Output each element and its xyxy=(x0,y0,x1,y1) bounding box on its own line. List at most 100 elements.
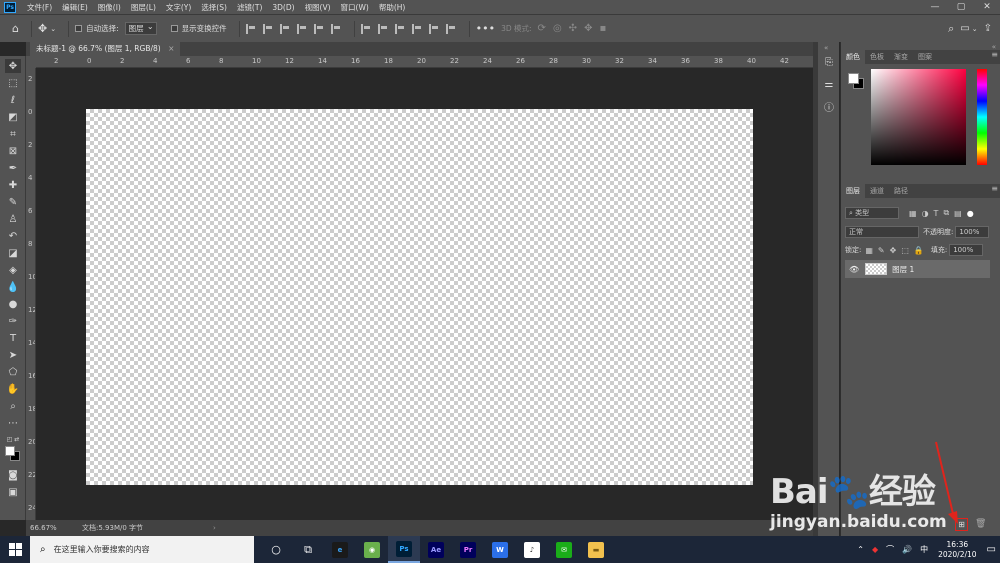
align-right-icon[interactable] xyxy=(279,23,290,34)
eraser-tool-icon[interactable]: ◪ xyxy=(5,246,21,260)
lock-position-icon[interactable]: ✥ xyxy=(890,246,897,255)
screen-mode-icon[interactable]: ▣ xyxy=(5,485,21,499)
lock-all-icon[interactable]: 🔒 xyxy=(914,246,924,255)
move-tool-preset-icon[interactable]: ✥ ⌄ xyxy=(38,22,56,35)
foreground-color-swatch[interactable] xyxy=(5,446,15,456)
blur-tool-icon[interactable]: 💧 xyxy=(5,280,21,294)
document-tab[interactable]: 未标题-1 @ 66.7% (图层 1, RGB/8) × xyxy=(30,42,181,56)
maximize-button[interactable]: ▢ xyxy=(948,2,974,12)
lock-artboard-icon[interactable]: ⬚ xyxy=(901,246,909,255)
document-canvas[interactable] xyxy=(86,109,753,485)
menu-image[interactable]: 图像(I) xyxy=(93,2,126,13)
pen-tool-icon[interactable]: ✑ xyxy=(5,314,21,328)
share-icon[interactable]: ⇪ xyxy=(984,23,992,34)
tab-color[interactable]: 颜色 xyxy=(841,50,865,64)
taskbar-search-box[interactable]: ⌕ 在这里输入你要搜索的内容 xyxy=(30,536,254,563)
history-brush-tool-icon[interactable]: ↶ xyxy=(5,229,21,243)
tab-channels[interactable]: 通道 xyxy=(865,184,889,198)
task-view-icon[interactable]: ⧉ xyxy=(292,536,324,563)
align-vcenter-icon[interactable] xyxy=(313,23,324,34)
workspace-icon[interactable]: ▭ ⌄ xyxy=(960,23,977,34)
layer-name[interactable]: 图层 1 xyxy=(892,264,914,275)
windows-start-button[interactable] xyxy=(0,536,30,563)
panel-foreground-swatch[interactable] xyxy=(848,73,859,84)
distribute-right-icon[interactable] xyxy=(445,23,456,34)
home-icon[interactable]: ⌂ xyxy=(12,22,19,35)
hand-tool-icon[interactable]: ✋ xyxy=(5,382,21,396)
search-icon[interactable]: ⌕ xyxy=(948,22,954,36)
color-panel-menu-icon[interactable]: ≡ xyxy=(991,50,998,59)
taskbar-app-button[interactable]: W xyxy=(484,536,516,563)
taskbar-app-button[interactable]: Ae xyxy=(420,536,452,563)
align-hcenter-icon[interactable] xyxy=(262,23,273,34)
filter-shape-icon[interactable]: ⧉ xyxy=(943,208,949,218)
type-tool-icon[interactable]: T xyxy=(5,331,21,345)
adjustments-panel-icon[interactable]: ⚌ xyxy=(821,76,837,92)
menu-layer[interactable]: 图层(L) xyxy=(126,2,161,13)
filter-type-icon[interactable]: T xyxy=(934,209,939,218)
tab-patterns[interactable]: 图案 xyxy=(913,50,937,64)
distribute-top-icon[interactable] xyxy=(360,23,371,34)
taskbar-app-button[interactable]: ✉ xyxy=(548,536,580,563)
taskbar-app-button[interactable]: ◉ xyxy=(356,536,388,563)
filter-toggle-icon[interactable]: ● xyxy=(967,209,974,218)
eyedropper-tool-icon[interactable]: ✒ xyxy=(5,161,21,175)
menu-file[interactable]: 文件(F) xyxy=(22,2,57,13)
align-top-icon[interactable] xyxy=(296,23,307,34)
color-field[interactable] xyxy=(871,69,966,165)
menu-help[interactable]: 帮助(H) xyxy=(374,2,411,13)
swap-colors-icon[interactable]: ◰ ⇄ xyxy=(5,432,21,446)
ime-indicator[interactable]: 中 xyxy=(920,544,928,555)
menu-3d[interactable]: 3D(D) xyxy=(267,3,299,12)
lock-image-icon[interactable]: ✎ xyxy=(878,246,885,255)
distribute-bottom-icon[interactable] xyxy=(394,23,405,34)
cortana-icon[interactable]: ○ xyxy=(260,536,292,563)
clock[interactable]: 16:36 2020/2/10 xyxy=(938,540,976,560)
frame-tool-icon[interactable]: ⊠ xyxy=(5,144,21,158)
blend-mode-dropdown[interactable]: 正常 xyxy=(845,226,919,238)
tray-volume-icon[interactable]: 🔊 xyxy=(902,545,912,554)
delete-layer-icon[interactable]: 🗑 xyxy=(975,519,986,529)
auto-select-dropdown[interactable]: 图层 xyxy=(124,21,157,35)
object-select-tool-icon[interactable]: ◩ xyxy=(5,110,21,124)
tab-gradients[interactable]: 渐变 xyxy=(889,50,913,64)
filter-pixel-icon[interactable]: ▦ xyxy=(909,209,917,218)
brush-tool-icon[interactable]: ✎ xyxy=(5,195,21,209)
menu-filter[interactable]: 滤镜(T) xyxy=(232,2,267,13)
edit-toolbar-icon[interactable]: ⋯ xyxy=(5,416,21,430)
menu-type[interactable]: 文字(Y) xyxy=(161,2,196,13)
layers-panel-menu-icon[interactable]: ≡ xyxy=(991,184,998,193)
marquee-tool-icon[interactable]: ⬚ xyxy=(5,76,21,90)
close-button[interactable]: ✕ xyxy=(974,2,1000,12)
healing-brush-tool-icon[interactable]: ✚ xyxy=(5,178,21,192)
fill-input[interactable]: 100% xyxy=(949,244,984,256)
tab-close-icon[interactable]: × xyxy=(168,44,174,53)
move-tool-icon[interactable]: ✥ xyxy=(5,59,21,73)
shape-tool-icon[interactable]: ⬠ xyxy=(5,365,21,379)
distribute-hcenter-icon[interactable] xyxy=(428,23,439,34)
taskbar-app-button[interactable]: ♪ xyxy=(516,536,548,563)
tab-layers[interactable]: 图层 xyxy=(841,184,865,198)
tab-swatches[interactable]: 色板 xyxy=(865,50,889,64)
tray-chevron-icon[interactable]: ⌃ xyxy=(857,545,864,554)
menu-edit[interactable]: 编辑(E) xyxy=(57,2,93,13)
horizontal-ruler[interactable]: 2 0 2 4 6 8 10 12 14 16 18 20 22 24 26 28 30 32 34 36 38 40 42 xyxy=(36,56,813,68)
status-menu-arrow[interactable]: › xyxy=(213,524,216,532)
hue-slider[interactable] xyxy=(977,69,987,165)
zoom-tool-icon[interactable]: ⌕ xyxy=(5,399,21,413)
more-options-icon[interactable]: ••• xyxy=(476,22,495,35)
info-panel-icon[interactable]: ⓘ xyxy=(821,98,837,114)
minimize-button[interactable]: — xyxy=(922,2,948,12)
taskbar-app-button[interactable]: Ps xyxy=(388,536,420,563)
distribute-vcenter-icon[interactable] xyxy=(377,23,388,34)
align-left-icon[interactable] xyxy=(245,23,256,34)
vertical-ruler[interactable]: 2024681012141618202224 xyxy=(26,68,36,520)
taskbar-app-button[interactable]: e xyxy=(324,536,356,563)
dodge-tool-icon[interactable]: ● xyxy=(5,297,21,311)
paint-bucket-tool-icon[interactable]: ◈ xyxy=(5,263,21,277)
history-panel-icon[interactable]: ⎘ xyxy=(821,54,837,70)
filter-smart-object-icon[interactable]: ▤ xyxy=(954,209,962,218)
zoom-level[interactable]: 66.67% xyxy=(30,524,70,532)
auto-select-checkbox[interactable]: 自动选择: xyxy=(75,23,119,34)
canvas-area[interactable] xyxy=(36,68,813,520)
